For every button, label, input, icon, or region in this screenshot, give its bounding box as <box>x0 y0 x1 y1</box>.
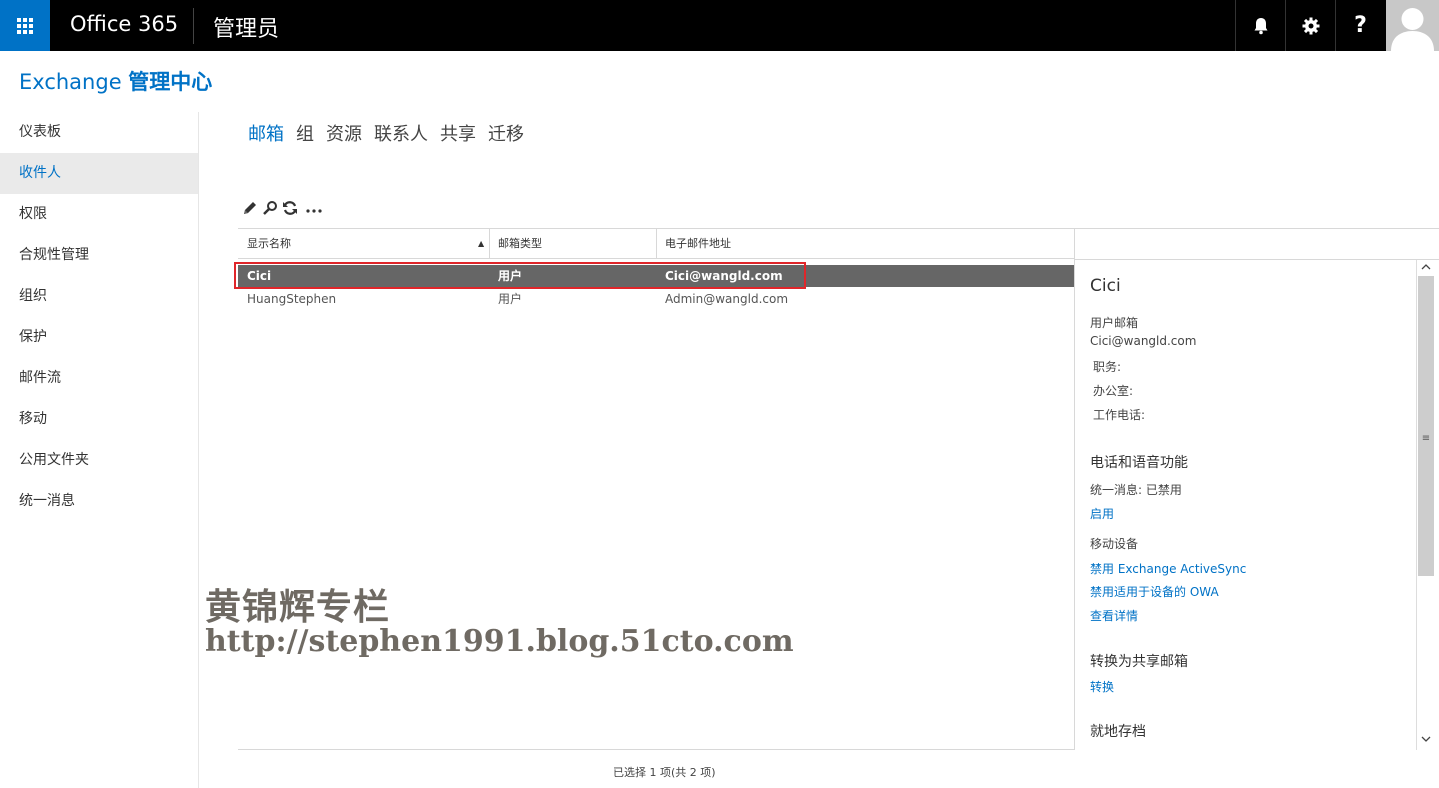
list-bottom-divider <box>238 749 1074 750</box>
nav-item-public-folders[interactable]: 公用文件夹 <box>0 440 198 481</box>
tab-contacts[interactable]: 联系人 <box>374 120 428 146</box>
cell-email: Admin@wangld.com <box>665 292 789 306</box>
highlight-box <box>234 262 806 289</box>
column-header-display-name[interactable]: 显示名称 <box>247 229 487 259</box>
selection-status: 已选择 1 项(共 2 项) <box>613 766 716 779</box>
tab-migration[interactable]: 迁移 <box>488 120 524 146</box>
enable-um-link[interactable]: 启用 <box>1090 505 1114 522</box>
scroll-down-button[interactable] <box>1417 734 1434 748</box>
column-header-email[interactable]: 电子邮件地址 <box>665 229 731 259</box>
column-divider <box>656 229 657 259</box>
detail-display-name: Cici <box>1090 276 1121 296</box>
tab-groups[interactable]: 组 <box>296 120 314 146</box>
tab-resources[interactable]: 资源 <box>326 120 362 146</box>
brand-divider <box>193 8 194 44</box>
detail-job-title-label: 职务: <box>1093 360 1122 374</box>
refresh-icon <box>283 201 297 215</box>
sort-ascending-icon: ▲ <box>478 239 485 248</box>
scroll-up-button[interactable] <box>1417 262 1434 276</box>
more-button[interactable] <box>300 198 328 218</box>
detail-work-phone-label: 工作电话: <box>1093 408 1146 422</box>
more-icon <box>306 209 322 213</box>
nav-item-compliance[interactable]: 合规性管理 <box>0 235 198 276</box>
search-icon <box>263 201 277 215</box>
office365-brand[interactable]: Office 365 <box>70 12 178 36</box>
detail-mailbox-type: 用户邮箱 <box>1090 316 1139 330</box>
column-label-display-name: 显示名称 <box>247 237 291 250</box>
nav-item-dashboard[interactable]: 仪表板 <box>0 112 198 153</box>
refresh-button[interactable] <box>280 198 300 218</box>
notifications-button[interactable] <box>1235 0 1285 51</box>
detail-email: Cici@wangld.com <box>1090 334 1197 348</box>
page-title-product: Exchange <box>19 70 129 94</box>
column-label-email: 电子邮件地址 <box>665 237 731 250</box>
convert-link[interactable]: 转换 <box>1090 678 1114 695</box>
page-title: Exchange 管理中心 <box>19 66 212 96</box>
nav-item-permissions[interactable]: 权限 <box>0 194 198 235</box>
edit-icon <box>244 202 256 214</box>
recipient-tabs: 邮箱 组 资源 联系人 共享 迁移 <box>248 120 536 146</box>
app-launcher-button[interactable] <box>0 0 50 51</box>
bell-icon <box>1254 17 1267 34</box>
page-title-center: 管理中心 <box>128 70 213 94</box>
detail-divider <box>1074 228 1439 229</box>
table-header: 显示名称 ▲ 邮箱类型 电子邮件地址 <box>238 228 1074 259</box>
edit-button[interactable] <box>240 198 260 218</box>
scroll-thumb[interactable]: ≡ <box>1418 276 1434 576</box>
chevron-down-icon <box>1421 736 1430 742</box>
user-avatar-icon <box>1391 8 1434 51</box>
convert-shared-section-title: 转换为共享邮箱 <box>1090 654 1188 670</box>
top-bar: Office 365 管理员 ? <box>0 0 1439 51</box>
mailbox-list: 显示名称 ▲ 邮箱类型 电子邮件地址 Cici 用户 Cici@wangld.c… <box>234 228 1074 750</box>
mobile-devices-label: 移动设备 <box>1090 537 1139 551</box>
waffle-icon <box>17 17 33 34</box>
in-place-archive-section-title: 就地存档 <box>1090 724 1146 740</box>
help-button[interactable]: ? <box>1335 0 1385 51</box>
tab-mailboxes[interactable]: 邮箱 <box>248 120 284 146</box>
nav-item-mail-flow[interactable]: 邮件流 <box>0 358 198 399</box>
nav-item-mobile[interactable]: 移动 <box>0 399 198 440</box>
detail-divider <box>1074 228 1075 750</box>
settings-button[interactable] <box>1285 0 1335 51</box>
nav-item-unified-messaging[interactable]: 统一消息 <box>0 481 198 522</box>
grip-icon: ≡ <box>1421 433 1431 444</box>
cell-mailbox-type: 用户 <box>498 292 523 306</box>
watermark-title: 黄锦辉专栏 <box>205 586 391 628</box>
column-label-mailbox-type: 邮箱类型 <box>498 237 542 250</box>
um-status: 统一消息: 已禁用 <box>1090 483 1182 497</box>
list-toolbar <box>240 198 328 218</box>
chevron-up-icon <box>1421 264 1430 270</box>
column-header-mailbox-type[interactable]: 邮箱类型 <box>498 229 542 259</box>
view-details-link[interactable]: 查看详情 <box>1090 607 1138 624</box>
table-row[interactable]: HuangStephen 用户 Admin@wangld.com <box>238 288 1074 310</box>
disable-activesync-link[interactable]: 禁用 Exchange ActiveSync <box>1090 560 1246 577</box>
disable-owa-devices-link[interactable]: 禁用适用于设备的 OWA <box>1090 583 1219 600</box>
gear-icon <box>1302 17 1319 34</box>
watermark-url: http://stephen1991.blog.51cto.com <box>205 624 794 659</box>
phone-voice-section-title: 电话和语音功能 <box>1090 455 1188 471</box>
nav-item-organization[interactable]: 组织 <box>0 276 198 317</box>
nav-divider <box>198 112 199 788</box>
details-scrollbar[interactable]: ≡ <box>1416 260 1434 750</box>
app-title[interactable]: 管理员 <box>213 11 279 43</box>
details-pane: Cici 用户邮箱 Cici@wangld.com 职务: 办公室: 工作电话:… <box>1090 260 1410 750</box>
column-divider <box>489 229 490 259</box>
cell-display-name: HuangStephen <box>247 292 337 306</box>
nav-item-recipients[interactable]: 收件人 <box>0 153 198 194</box>
search-button[interactable] <box>260 198 280 218</box>
detail-office-label: 办公室: <box>1093 384 1134 398</box>
left-navigation: 仪表板 收件人 权限 合规性管理 组织 保护 邮件流 移动 公用文件夹 统一消息 <box>0 112 198 522</box>
tab-shared[interactable]: 共享 <box>440 120 476 146</box>
help-icon: ? <box>1354 13 1367 38</box>
nav-item-protection[interactable]: 保护 <box>0 317 198 358</box>
avatar[interactable] <box>1386 0 1439 51</box>
